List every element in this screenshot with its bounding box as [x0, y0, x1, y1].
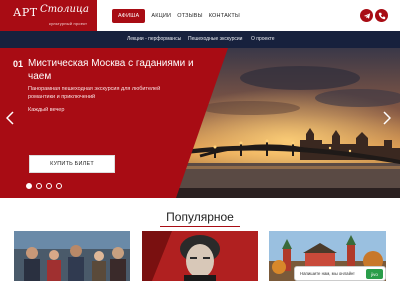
- slider-dot-2[interactable]: [36, 183, 42, 189]
- hero-schedule: Каждый вечер: [28, 107, 65, 113]
- telegram-icon: [363, 12, 370, 19]
- logo-main: АРТ: [13, 6, 38, 19]
- hero-title: Мистическая Москва с гаданиями и чаем: [28, 58, 194, 82]
- slider-next-button[interactable]: [383, 111, 392, 127]
- buy-ticket-button[interactable]: КУПИТЬ БИЛЕТ: [29, 155, 115, 173]
- logo-script: Столица: [40, 4, 89, 15]
- logo[interactable]: АРТ Столица культурный проект: [0, 0, 97, 31]
- hero-subtitle: Панорамная пешеходная экскурсия для люби…: [28, 86, 161, 100]
- nav-item-reviews[interactable]: ОТЗЫВЫ: [177, 13, 203, 19]
- chat-widget-text: Напишите нам, мы онлайн!: [300, 271, 355, 276]
- subnav-item-walking-tours[interactable]: Пешеходные экскурсии: [188, 36, 242, 42]
- slider-dot-1[interactable]: [26, 183, 32, 189]
- slider-dots: [26, 183, 66, 189]
- slider-prev-button[interactable]: [5, 111, 14, 127]
- slider-dot-3[interactable]: [46, 183, 52, 189]
- hero-content: 01 Мистическая Москва с гаданиями и чаем…: [0, 48, 400, 198]
- phone-icon: [378, 12, 385, 19]
- chevron-right-icon: [383, 111, 392, 125]
- popular-underline: [160, 226, 240, 227]
- main-nav: АФИША АКЦИИ ОТЗЫВЫ КОНТАКТЫ: [112, 8, 246, 23]
- chat-widget-badge: jivo: [366, 269, 383, 279]
- logo-tagline: культурный проект: [49, 21, 88, 26]
- nav-item-promotions[interactable]: АКЦИИ: [151, 13, 171, 19]
- nav-item-afisha[interactable]: АФИША: [112, 8, 146, 23]
- card-image-crowd: [14, 231, 130, 281]
- chevron-left-icon: [5, 111, 14, 125]
- hero-slider: 01 Мистическая Москва с гаданиями и чаем…: [0, 48, 400, 198]
- popular-card-2[interactable]: [142, 231, 258, 281]
- popular-title: Популярное: [166, 210, 234, 224]
- phone-button[interactable]: [375, 9, 388, 22]
- card-image-portrait: [142, 231, 258, 281]
- sub-nav: Лекции - перформансы Пешеходные экскурси…: [0, 31, 400, 48]
- telegram-button[interactable]: [360, 9, 373, 22]
- subnav-item-about[interactable]: О проекте: [251, 36, 275, 42]
- nav-item-contacts[interactable]: КОНТАКТЫ: [209, 13, 240, 19]
- slider-dot-4[interactable]: [56, 183, 62, 189]
- header: АРТ Столица культурный проект АФИША АКЦИ…: [0, 0, 400, 31]
- page: АРТ Столица культурный проект АФИША АКЦИ…: [0, 0, 400, 281]
- hero-slide-number: 01: [13, 59, 24, 69]
- popular-card-1[interactable]: [14, 231, 130, 281]
- subnav-item-lectures[interactable]: Лекции - перформансы: [127, 36, 181, 42]
- chat-widget[interactable]: Напишите нам, мы онлайн! jivo: [294, 266, 386, 281]
